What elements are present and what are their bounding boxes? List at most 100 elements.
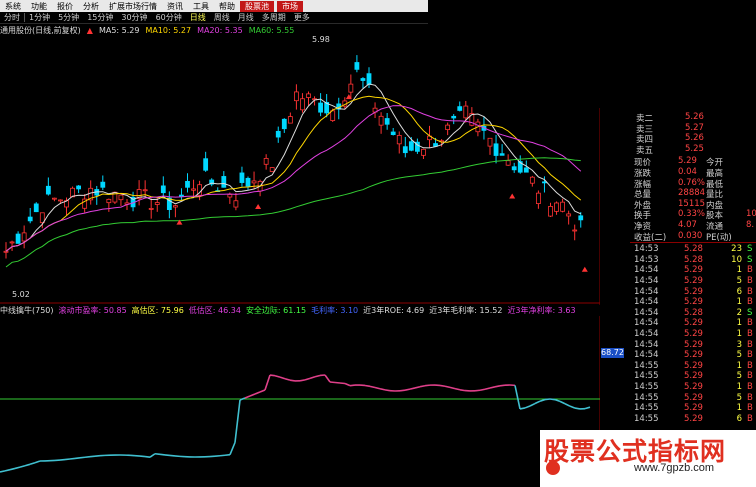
stat-value: 4.07 xyxy=(678,220,697,230)
candle-body xyxy=(318,102,324,113)
candle-body xyxy=(505,160,511,166)
ma-line xyxy=(5,83,582,252)
tick-row: 14:54 5.28 2 S xyxy=(600,308,756,318)
candle-body xyxy=(529,176,535,184)
indicator-item-4: 毛利率: 3.10 xyxy=(311,306,359,315)
indicator-segment xyxy=(419,384,426,388)
moving-average-lines xyxy=(5,83,582,268)
candle-body xyxy=(300,98,305,111)
candle-body xyxy=(227,194,233,198)
tick-price: 5.28 xyxy=(684,244,703,255)
indicator-segment xyxy=(459,388,466,392)
tick-direction: B xyxy=(747,371,753,382)
indicator-segment xyxy=(164,454,171,457)
candle-body xyxy=(511,166,517,171)
tick-price: 5.29 xyxy=(684,339,703,350)
candle-body xyxy=(287,116,293,124)
indicator-segment xyxy=(4,468,11,472)
indicator-item-1: 高估区: 75.96 xyxy=(131,306,184,315)
indicator-segment xyxy=(494,385,501,388)
indicator-segment xyxy=(484,387,491,391)
indicator-segment xyxy=(9,467,16,471)
indicator-item-5: 近3年ROE: 4.69 xyxy=(363,306,425,315)
up-arrow-icon xyxy=(255,203,262,209)
indicator-segment xyxy=(239,397,246,401)
tick-volume: 23 xyxy=(731,244,742,255)
candle-body xyxy=(348,83,354,93)
indicator-segment xyxy=(564,403,571,407)
tick-direction: B xyxy=(747,350,753,361)
candle-body xyxy=(15,233,21,244)
indicator-segment xyxy=(329,381,336,384)
tick-row: 14:53 5.28 23 S xyxy=(600,244,756,254)
tick-time: 14:55 xyxy=(634,360,659,371)
indicator-segment xyxy=(554,398,561,403)
indicator-segment xyxy=(379,387,386,391)
indicator-item-7: 近3年净利率: 3.63 xyxy=(507,306,576,315)
indicator-segment xyxy=(79,456,86,459)
tick-volume: 3 xyxy=(736,339,742,350)
indicator-segment xyxy=(574,407,581,410)
indicator-segment xyxy=(499,384,506,387)
candle-body xyxy=(239,172,245,183)
candle-body xyxy=(293,91,299,102)
tick-time: 14:54 xyxy=(634,265,659,276)
indicator-segment xyxy=(34,460,41,464)
indicator-segment xyxy=(74,457,81,460)
indicator-segment xyxy=(84,455,91,459)
indicator-segment xyxy=(0,470,6,473)
indicator-segment xyxy=(454,387,461,391)
indicator-segment xyxy=(544,398,551,401)
indicator-segment xyxy=(259,389,266,393)
stat-row: 净资 4.07 流通 8. xyxy=(600,220,756,232)
indicator-segment xyxy=(154,452,161,456)
tick-direction: B xyxy=(747,329,753,339)
ask-row: 卖五 5.25 xyxy=(600,144,756,156)
stat-row: 涨幅 0.76% 最低 xyxy=(600,177,756,190)
indicator-current-badge: 68.72 xyxy=(601,348,624,358)
tick-row: 14:54 5.29 1 B xyxy=(600,265,756,275)
tick-volume: 5 xyxy=(736,371,742,382)
candle-body xyxy=(390,131,396,135)
tick-volume: 6 xyxy=(736,413,742,424)
tick-time: 14:54 xyxy=(634,329,659,339)
indicator-segment xyxy=(529,402,536,407)
candle-body xyxy=(275,130,281,138)
indicator-segment xyxy=(404,388,411,391)
stat-value-2: 8. xyxy=(746,220,755,230)
candle-body xyxy=(3,250,9,253)
indicator-item-2: 低估区: 46.34 xyxy=(188,306,241,315)
tick-time: 14:55 xyxy=(634,371,659,382)
indicator-segment xyxy=(384,389,391,392)
stat-row: 总量 28884 量比 xyxy=(600,188,756,200)
stat-label-2: PE(动) xyxy=(706,232,732,243)
tick-direction: S xyxy=(747,307,753,318)
candle-body xyxy=(384,118,390,125)
indicator-segment xyxy=(559,400,566,405)
candle-body xyxy=(493,143,499,156)
candle-body xyxy=(142,189,148,192)
kline-chart[interactable]: 5.705.605.505.405.305.205.10 75.9065.006… xyxy=(0,0,600,487)
tick-price: 5.29 xyxy=(684,329,703,339)
tick-row: 14:53 5.28 10 S xyxy=(600,255,756,265)
tick-price: 5.29 xyxy=(684,360,703,371)
tick-direction: B xyxy=(747,286,753,297)
indicator-segment xyxy=(449,386,456,390)
tick-volume: 1 xyxy=(736,360,742,371)
indicator-segment xyxy=(224,453,231,457)
indicator-segment xyxy=(374,386,381,390)
indicator-segment xyxy=(414,385,421,389)
tick-time: 14:55 xyxy=(634,392,659,403)
candle-body xyxy=(463,105,469,119)
indicator-segment xyxy=(444,385,451,389)
ask-label: 卖五 xyxy=(636,145,654,156)
indicator-segment xyxy=(399,389,406,392)
indicator-segment xyxy=(144,455,151,458)
candle-body xyxy=(154,202,160,205)
candle-body xyxy=(27,216,33,222)
indicator-segment xyxy=(364,384,371,388)
stat-value: 0.76% xyxy=(678,177,706,188)
candle-body xyxy=(360,78,366,81)
stat-label: 收益(二) xyxy=(634,232,667,243)
indicator-segment xyxy=(339,382,346,385)
